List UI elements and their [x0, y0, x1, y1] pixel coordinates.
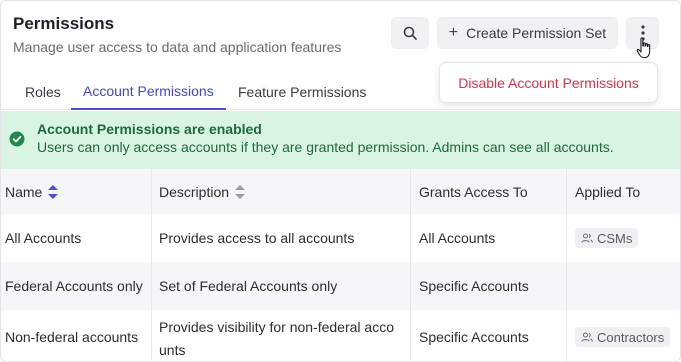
plus-icon: + — [448, 24, 459, 41]
table-row[interactable]: Federal Accounts only Set of Federal Acc… — [1, 262, 680, 310]
search-icon — [403, 26, 417, 40]
permissions-panel: Permissions Manage user access to data a… — [0, 0, 681, 362]
applied-tag-label: Contractors — [597, 329, 665, 345]
cell-grants: Specific Accounts — [419, 278, 529, 294]
cell-description: Provides visibility for non-federal acco… — [159, 310, 404, 361]
table-row[interactable]: Non-federal accounts Provides visibility… — [1, 310, 680, 361]
check-circle-icon — [9, 131, 25, 147]
cell-applied: Contractors — [575, 310, 680, 361]
applied-tag: Contractors — [575, 327, 671, 347]
column-divider — [566, 169, 567, 361]
cell-grants: Specific Accounts — [419, 329, 529, 345]
banner-text: Users can only access accounts if they a… — [37, 139, 614, 155]
table-row[interactable]: All Accounts Provides access to all acco… — [1, 214, 680, 262]
cell-description: Set of Federal Accounts only — [159, 278, 338, 294]
create-permission-set-label: Create Permission Set — [466, 25, 607, 41]
column-header-grants: Grants Access To — [419, 183, 528, 200]
column-header-description[interactable]: Description — [159, 169, 404, 214]
tab-account-permissions[interactable]: Account Permissions — [71, 73, 226, 110]
cell-description: Provides access to all accounts — [159, 230, 355, 246]
sort-icon[interactable] — [235, 184, 246, 199]
create-permission-set-button[interactable]: + Create Permission Set — [437, 17, 618, 49]
cell-name: Federal Accounts only — [5, 278, 143, 294]
column-header-name[interactable]: Name — [5, 169, 149, 214]
page-title: Permissions — [13, 14, 115, 33]
column-header-applied: Applied To — [575, 183, 641, 200]
cell-description-line-2: unts — [159, 342, 186, 358]
table-header-row: Name Description Grants Access To Applie… — [1, 169, 680, 214]
cell-applied: CSMs — [575, 214, 680, 262]
hand-pointer-icon — [636, 37, 651, 59]
cell-name: All Accounts — [5, 230, 82, 246]
banner-title: Account Permissions are enabled — [37, 121, 262, 137]
column-header-description-label: Description — [159, 183, 230, 200]
tab-roles[interactable]: Roles — [13, 73, 73, 110]
cell-description-line-1: Provides visibility for non-federal acco — [159, 319, 394, 335]
applied-tag: CSMs — [575, 228, 639, 248]
column-divider — [151, 169, 152, 361]
page-subtitle: Manage user access to data and applicati… — [13, 39, 342, 55]
users-icon — [581, 332, 593, 342]
tab-bar: Roles Account Permissions Feature Permis… — [1, 73, 680, 110]
applied-tag-label: CSMs — [597, 230, 633, 246]
sort-icon[interactable] — [48, 184, 59, 199]
tab-feature-permissions[interactable]: Feature Permissions — [226, 73, 378, 110]
page-header: Permissions Manage user access to data a… — [1, 1, 680, 61]
cell-applied — [575, 262, 680, 310]
cell-name: Non-federal accounts — [5, 329, 139, 345]
users-icon — [581, 233, 593, 243]
cell-description-text: Provides visibility for non-federal acco… — [159, 312, 394, 361]
cell-grants: All Accounts — [419, 230, 496, 246]
column-divider — [410, 169, 411, 361]
search-button[interactable] — [391, 17, 429, 49]
column-header-name-label: Name — [5, 183, 43, 200]
status-banner: Account Permissions are enabled Users ca… — [1, 111, 680, 169]
